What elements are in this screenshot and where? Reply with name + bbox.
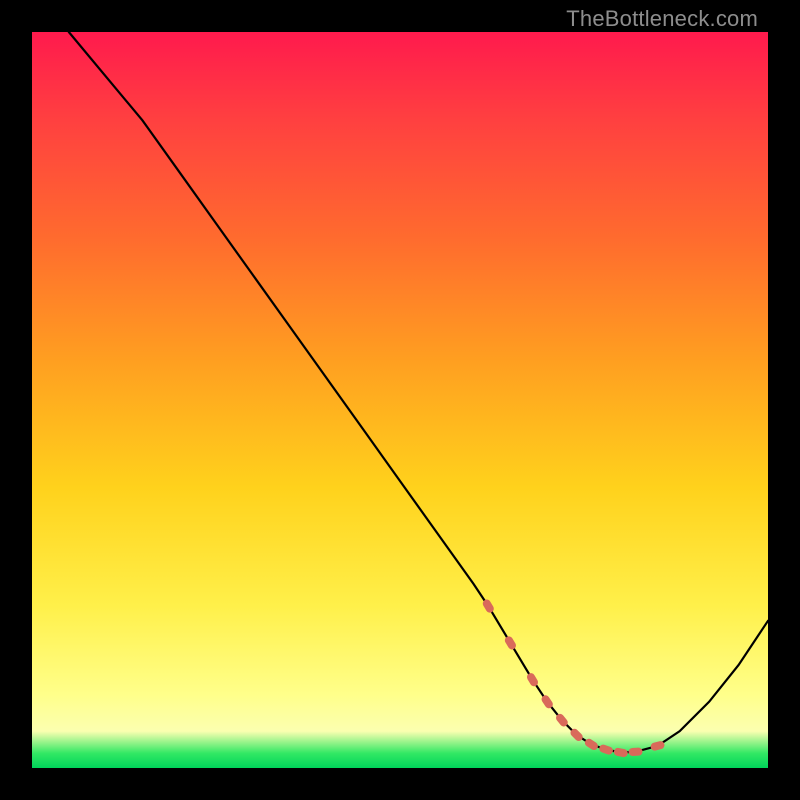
bottleneck-curve-path: [69, 32, 768, 753]
highlight-dot: [503, 635, 517, 651]
highlight-dot: [598, 744, 614, 756]
highlight-dots-group: [481, 598, 665, 758]
plot-area: [32, 32, 768, 768]
watermark-text: TheBottleneck.com: [566, 6, 758, 32]
chart-frame: TheBottleneck.com: [0, 0, 800, 800]
highlight-dot: [613, 747, 628, 758]
highlight-dot: [628, 747, 642, 756]
chart-svg: [32, 32, 768, 768]
highlight-dot: [583, 737, 599, 751]
